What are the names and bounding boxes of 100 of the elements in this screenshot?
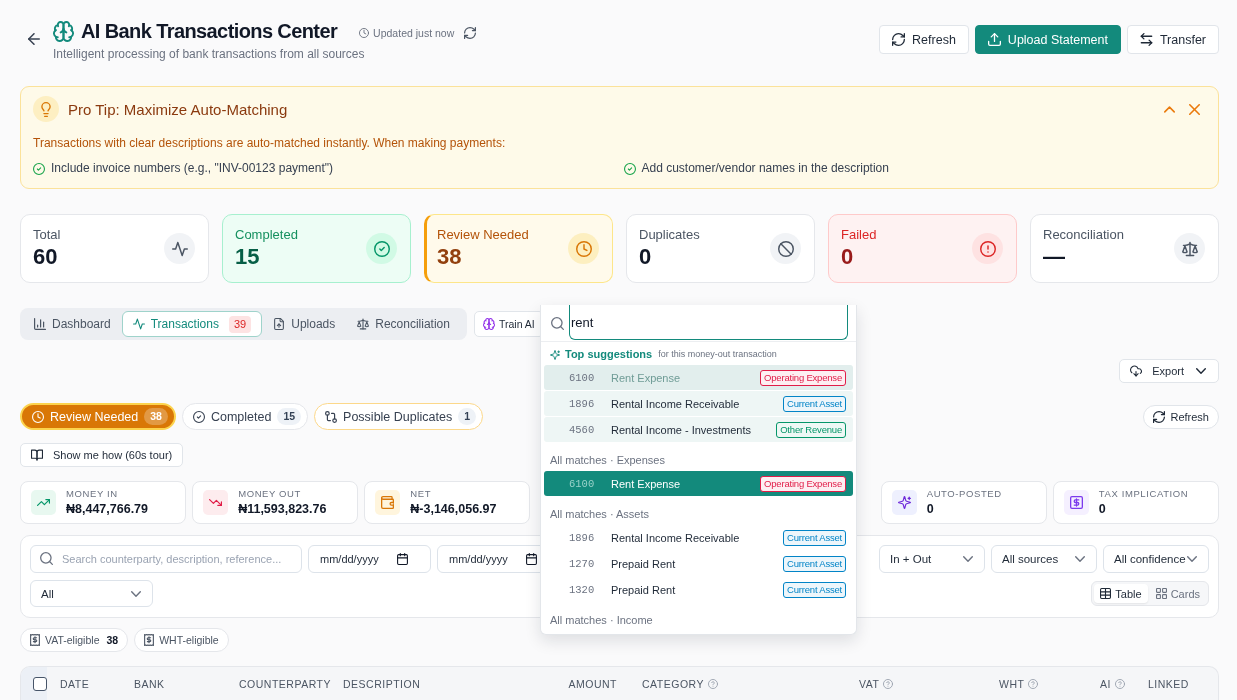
- trend-down-icon: [203, 490, 229, 515]
- scale-icon: [357, 318, 370, 330]
- view-option[interactable]: Table: [1094, 584, 1148, 603]
- tab[interactable]: Dashboard: [23, 311, 122, 337]
- trend-up-icon: [31, 490, 56, 515]
- summary-label: NET: [410, 488, 433, 500]
- select-field[interactable]: All sources: [991, 545, 1097, 573]
- stat-label: Reconciliation: [1043, 227, 1124, 243]
- tax-filter[interactable]: WHT-eligible: [134, 628, 229, 652]
- back-button[interactable]: [28, 33, 40, 45]
- chevron-down-icon: [963, 554, 973, 564]
- close-button[interactable]: [1189, 103, 1200, 115]
- page-subtitle: Intelligent processing of bank transactions from all sources: [53, 47, 366, 62]
- lightbulb-icon: [33, 96, 59, 122]
- sparkle-icon: [550, 349, 560, 360]
- status-filter[interactable]: Completed 15: [181, 403, 309, 430]
- summary-label: AUTO-POSTED: [926, 488, 1002, 500]
- check-circle-icon: [33, 162, 45, 175]
- account-code: 1320: [569, 583, 596, 596]
- tab[interactable]: Uploads: [262, 311, 347, 337]
- view-option[interactable]: Cards: [1149, 584, 1206, 603]
- alert-circle-icon: [972, 233, 1003, 264]
- stat-label: Total: [33, 227, 61, 243]
- stat-value: 38: [437, 244, 463, 270]
- account-option[interactable]: 6100 Rent Expense Operating Expense: [544, 471, 853, 496]
- check-circle-icon: [623, 162, 636, 175]
- select-field[interactable]: All: [30, 580, 153, 607]
- account-type-tag: Operating Expense: [760, 369, 846, 386]
- tour-button[interactable]: Show me how (60s tour): [20, 443, 184, 467]
- column-header: BANK: [134, 678, 165, 690]
- column-header: AMOUNT: [568, 678, 617, 690]
- account-option[interactable]: 1896 Rental Income Receivable Current Asset: [544, 391, 853, 416]
- check-circle-icon: [192, 410, 205, 423]
- account-name: Rental Income Receivable: [611, 397, 741, 410]
- scale-icon: [1174, 233, 1205, 264]
- cloud-download-icon: [1130, 365, 1143, 377]
- chevron-down-icon: [131, 588, 141, 599]
- bar-chart-icon: [34, 318, 46, 330]
- stat-label: Completed: [235, 227, 298, 243]
- account-name: Rent Expense: [611, 477, 682, 490]
- stat-value: 0: [639, 244, 653, 270]
- account-code: 6100: [569, 477, 596, 490]
- summary-value: ₦11,593,823.76: [238, 501, 327, 517]
- select-field[interactable]: In + Out: [879, 545, 985, 573]
- stat-value: —: [1043, 244, 1066, 270]
- account-code: 6100: [569, 371, 596, 384]
- count-badge: 15: [277, 408, 302, 425]
- receipt-icon: [30, 634, 40, 646]
- count-badge: 39: [228, 315, 252, 333]
- refresh-button[interactable]: Refresh: [879, 25, 969, 54]
- export-button[interactable]: Export: [1119, 359, 1219, 383]
- column-header: COUNTERPARTY: [239, 678, 331, 690]
- account-option[interactable]: 6100 Rent Expense Operating Expense: [544, 365, 853, 390]
- chevron-down-icon: [1075, 554, 1085, 564]
- refresh-icon: [464, 27, 477, 39]
- swap-arrows-icon: [1139, 33, 1153, 46]
- account-name: Prepaid Rent: [611, 557, 677, 570]
- receipt-icon: [144, 634, 155, 646]
- pulse-icon: [164, 233, 195, 264]
- tab[interactable]: Reconciliation: [346, 311, 461, 337]
- refresh-button[interactable]: Refresh: [1143, 404, 1219, 429]
- calendar-icon: [526, 553, 537, 565]
- column-header: LINKED: [1148, 678, 1189, 690]
- tab[interactable]: Transactions 39: [121, 311, 263, 337]
- tip-point: Include invoice numbers (e.g., "INV-00123 payment"): [51, 161, 333, 176]
- clock-icon: [359, 28, 370, 38]
- upload-statement-button[interactable]: Upload Statement: [974, 25, 1121, 54]
- tax-filter[interactable]: VAT-eligible 38: [20, 628, 129, 652]
- chevron-down-icon: [1187, 554, 1197, 564]
- count-label: 38: [106, 634, 119, 646]
- select-field[interactable]: All confidence: [1103, 545, 1209, 573]
- pulse-icon: [132, 318, 145, 330]
- stat-value: 0: [841, 244, 855, 270]
- check-circle-icon: [366, 233, 397, 264]
- search-icon: [551, 316, 564, 330]
- account-type-tag: Current Asset: [783, 529, 846, 546]
- transfer-button[interactable]: Transfer: [1126, 25, 1219, 54]
- summary-value: ₦-3,146,056.97: [410, 501, 497, 517]
- collapse-button[interactable]: [1164, 103, 1175, 115]
- stat-value: 15: [235, 244, 261, 270]
- tip-point: Add customer/vendor names in the description: [641, 161, 889, 176]
- account-type-tag: Current Asset: [783, 395, 846, 412]
- column-header: AI: [1100, 678, 1111, 690]
- search-input[interactable]: rent: [569, 305, 848, 340]
- account-code: 1270: [569, 557, 596, 570]
- section-title: All matches · Expenses: [550, 454, 665, 467]
- reload-button[interactable]: [464, 27, 477, 39]
- account-name: Rental Income Receivable: [611, 531, 741, 544]
- account-name: Rental Income - Investments: [611, 423, 752, 436]
- count-badge: 38: [144, 408, 168, 425]
- column-header: CATEGORY: [642, 678, 704, 690]
- search-field[interactable]: Search counterparty, description, reference...: [30, 545, 302, 573]
- account-option[interactable]: 4560 Rental Income - Investments Other Revenue: [544, 417, 853, 442]
- stat-label: Failed: [841, 227, 877, 243]
- book-icon: [31, 449, 43, 461]
- section-title: Top suggestions: [565, 348, 653, 361]
- status-filter[interactable]: Possible Duplicates 1: [314, 403, 483, 430]
- summary-label: MONEY OUT: [238, 488, 302, 500]
- select-all-checkbox[interactable]: [33, 677, 47, 691]
- date-field[interactable]: mm/dd/yyyy: [308, 545, 431, 573]
